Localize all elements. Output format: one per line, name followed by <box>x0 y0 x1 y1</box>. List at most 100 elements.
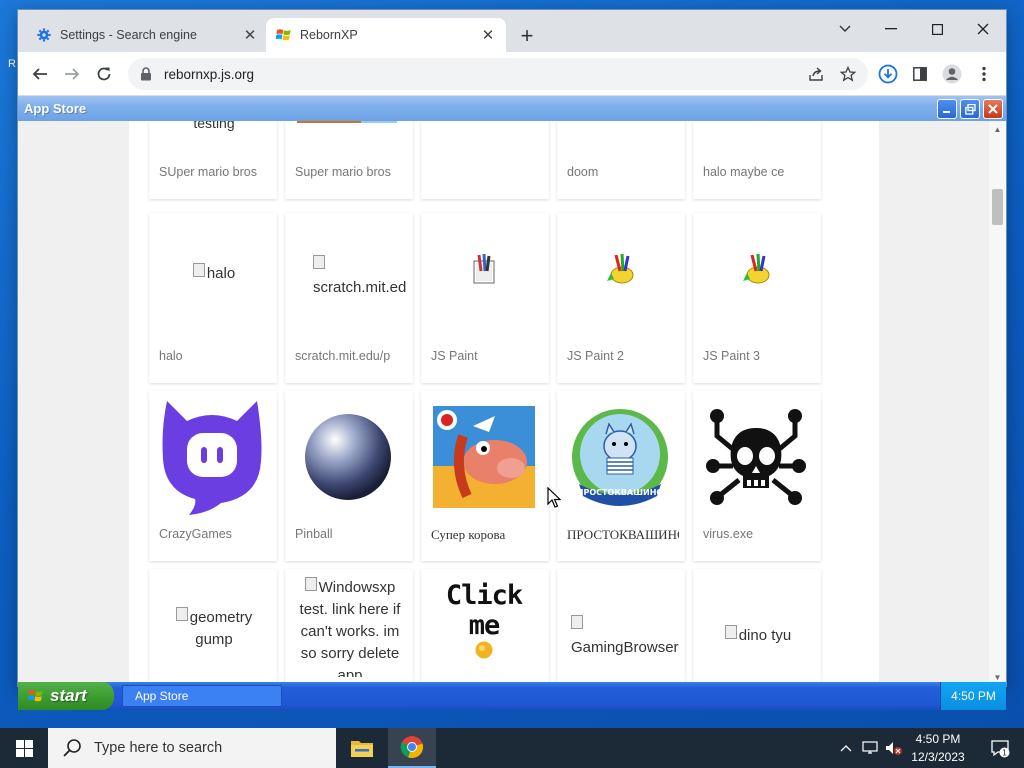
click-me-text: Click me <box>445 579 523 641</box>
coin-icon <box>475 641 493 658</box>
desktop-icon-fragment: R <box>8 58 16 70</box>
new-tab-button[interactable]: + <box>515 25 539 50</box>
app-label: CrazyGames <box>159 527 232 541</box>
scrollbar[interactable]: ▲ ▼ <box>989 121 1006 686</box>
back-arrow-icon[interactable] <box>28 62 52 86</box>
crazygames-logo-icon <box>161 401 263 515</box>
app-card-crazygames[interactable]: CrazyGames <box>149 391 277 561</box>
jspaint-icon <box>433 249 535 289</box>
windows-taskbar: Type here to search 4:50 PM 12/3/2023 1 <box>0 728 1024 768</box>
reload-icon[interactable] <box>92 62 116 86</box>
bookmark-star-icon[interactable] <box>836 62 860 86</box>
super-cow-thumbnail <box>433 403 535 511</box>
app-card-jspaint-3[interactable]: JS Paint 3 <box>693 213 821 383</box>
app-card-jspaint[interactable]: JS Paint <box>421 213 549 383</box>
tab-rebornxp[interactable]: RebornXP ✕ <box>266 18 506 52</box>
broken-image-icon <box>192 263 205 277</box>
share-icon[interactable] <box>804 62 828 86</box>
system-clock[interactable]: 4:50 PM 12/3/2023 <box>904 730 972 766</box>
app-card[interactable]: doom <box>557 121 685 199</box>
paint-bucket-icon <box>569 249 671 289</box>
windows-logo-icon <box>15 739 33 757</box>
clock-date: 12/3/2023 <box>911 750 965 764</box>
address-bar[interactable]: rebornxp.js.org <box>128 58 868 90</box>
app-label: SUper mario bros <box>159 165 257 179</box>
app-card[interactable]: testing SUper mario bros <box>149 121 277 199</box>
app-card-gamingbrowser[interactable]: GamingBrowser <box>557 569 685 686</box>
click-me-image: Click me <box>433 580 535 658</box>
scroll-down-icon[interactable]: ▼ <box>993 673 1002 682</box>
taskbar-search-box[interactable]: Type here to search <box>48 728 336 768</box>
broken-image-alt: testing <box>193 121 235 131</box>
tab-settings[interactable]: Settings - Search engine ✕ <box>26 18 268 52</box>
app-card-scratch[interactable]: scratch.mit.edu/ scratch.mit.edu/p <box>285 213 413 383</box>
broken-image-icon <box>175 607 188 621</box>
app-card-super-cow[interactable]: Супер корова <box>421 391 549 561</box>
prostokvashino-logo-icon: ПРОСТОКВАШИНО <box>569 403 671 511</box>
app-store-content: ▲ ▼ testing SUper mario bros Super mario… <box>18 121 1006 686</box>
app-card-prostokvashino[interactable]: ПРОСТОКВАШИНО ПРОСТОКВАШИНО <box>557 391 685 561</box>
chrome-taskbar-icon[interactable] <box>388 728 436 768</box>
app-card-jspaint-2[interactable]: JS Paint 2 <box>557 213 685 383</box>
svg-text:ПРОСТОКВАШИНО: ПРОСТОКВАШИНО <box>577 488 664 497</box>
network-icon[interactable] <box>860 728 882 768</box>
app-label: Супер корова <box>431 527 506 542</box>
minimize-button[interactable] <box>868 14 914 44</box>
side-panel-icon[interactable] <box>908 62 932 86</box>
broken-image-icon <box>313 255 325 269</box>
scroll-thumb[interactable] <box>992 189 1003 225</box>
broken-image-alt: GamingBrowser <box>565 615 679 659</box>
app-label: JS Paint 2 <box>567 349 624 363</box>
start-label: start <box>50 686 87 705</box>
xp-restore-button[interactable] <box>960 99 980 119</box>
app-card-dino[interactable]: dino tyu <box>693 569 821 686</box>
tray-chevron-up-icon[interactable] <box>836 728 856 768</box>
menu-kebab-icon[interactable] <box>972 62 996 86</box>
tab-search-icon[interactable] <box>822 14 868 44</box>
browser-window: Settings - Search engine ✕ RebornXP ✕ + <box>18 10 1006 686</box>
scroll-up-icon[interactable]: ▲ <box>993 125 1002 134</box>
search-placeholder: Type here to search <box>94 740 223 756</box>
xp-minimize-button[interactable] <box>937 99 957 119</box>
broken-image-icon <box>571 615 583 629</box>
xp-start-button[interactable]: start <box>18 682 114 710</box>
app-card-pinball[interactable]: Pinball <box>285 391 413 561</box>
app-card[interactable] <box>421 121 549 199</box>
window-title: App Store <box>24 101 87 116</box>
mouse-cursor-icon <box>547 486 562 509</box>
app-label: halo maybe ce <box>703 165 785 179</box>
close-window-button[interactable] <box>960 14 1006 44</box>
pinball-ball-icon <box>297 403 399 511</box>
broken-image-icon <box>724 625 737 639</box>
app-card-halo[interactable]: halo halo <box>149 213 277 383</box>
app-label: halo <box>159 349 183 363</box>
maximize-button[interactable] <box>914 14 960 44</box>
app-store-titlebar[interactable]: App Store <box>18 96 1006 121</box>
notification-count: 1 <box>1002 749 1007 758</box>
app-label: scratch.mit.edu/p <box>295 349 391 363</box>
broken-image-alt: Windowsxp test. link here if can't works… <box>299 577 401 677</box>
xp-close-button[interactable] <box>983 99 1003 119</box>
app-card[interactable]: halo maybe ce <box>693 121 821 199</box>
broken-image-icon <box>304 577 317 591</box>
close-tab-icon[interactable]: ✕ <box>480 27 496 44</box>
app-card-geometry[interactable]: geometry gump <box>149 569 277 686</box>
profile-avatar-icon[interactable] <box>940 62 964 86</box>
search-icon <box>62 738 82 758</box>
url-text: rebornxp.js.org <box>164 66 255 82</box>
volume-muted-icon[interactable] <box>884 728 904 768</box>
app-card-virus[interactable]: virus.exe <box>693 391 821 561</box>
app-card-windowsxp-test[interactable]: Windowsxp test. link here if can't works… <box>285 569 413 686</box>
forward-arrow-icon[interactable] <box>60 62 84 86</box>
broken-image-alt: scratch.mit.edu/ <box>293 255 407 299</box>
broken-image-alt: halo <box>157 263 271 285</box>
download-icon[interactable] <box>876 62 900 86</box>
broken-image-alt: dino tyu <box>701 625 815 647</box>
xp-task-app-store[interactable]: App Store <box>122 685 282 707</box>
file-explorer-icon[interactable] <box>338 728 386 768</box>
app-card-click-me[interactable]: Click me <box>421 569 549 686</box>
app-card[interactable]: Super mario bros <box>285 121 413 199</box>
windows-start-button[interactable] <box>0 728 48 768</box>
notification-center-icon[interactable]: 1 <box>980 728 1020 768</box>
close-tab-icon[interactable]: ✕ <box>242 27 258 44</box>
